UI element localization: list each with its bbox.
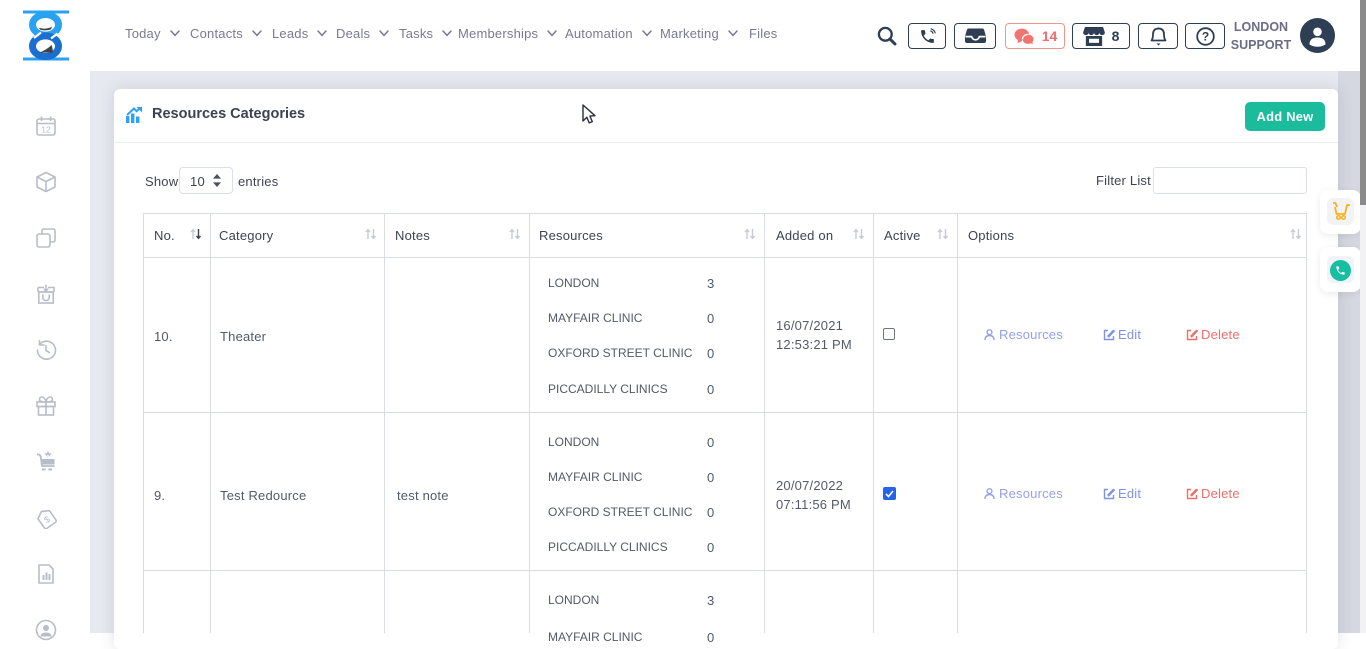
svg-text:?: ? [1201, 29, 1208, 43]
svg-text:$: $ [42, 514, 52, 525]
svg-text:12: 12 [41, 125, 51, 135]
